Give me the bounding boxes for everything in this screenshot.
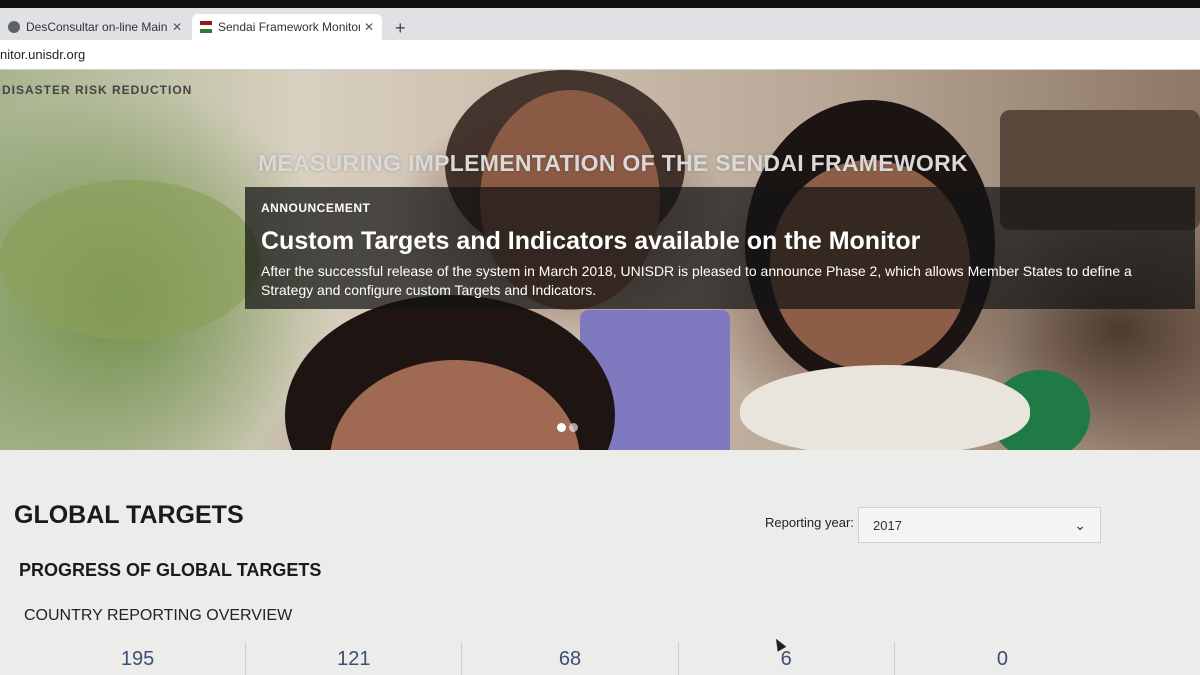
address-bar[interactable]: nitor.unisdr.org — [0, 40, 1200, 70]
close-icon[interactable]: ✕ — [172, 20, 182, 34]
stat-value: 6 — [679, 642, 895, 675]
reporting-year-value: 2017 — [873, 517, 902, 533]
overview-heading: COUNTRY REPORTING OVERVIEW — [24, 607, 293, 624]
hero-photo-bowl — [740, 365, 1030, 450]
stat-value: 121 — [246, 642, 463, 675]
hero-heading: MEASURING IMPLEMENTATION OF THE SENDAI F… — [258, 150, 968, 176]
new-tab-button[interactable]: + — [395, 18, 406, 39]
announcement-label: ANNOUNCEMENT — [261, 201, 371, 215]
site-brand[interactable]: DISASTER RISK REDUCTION — [2, 83, 192, 97]
announcement-panel[interactable]: ANNOUNCEMENT Custom Targets and Indicato… — [245, 187, 1195, 309]
url-text[interactable]: nitor.unisdr.org — [0, 47, 85, 62]
chevron-down-icon: ⌄ — [1074, 516, 1086, 533]
close-icon[interactable]: ✕ — [364, 20, 374, 34]
stat-value: 0 — [996, 648, 1008, 670]
reporting-stats: 195 121 68 6 0 — [30, 642, 1110, 675]
announcement-body: After the successful release of the syst… — [261, 263, 1132, 298]
main-content: GLOBAL TARGETS Reporting year: 2017 ⌄ PR… — [0, 450, 1200, 675]
stat-value: 195 — [30, 642, 247, 675]
tab-desconsultar[interactable]: DesConsultar on-line Main Menu ✕ — [0, 14, 190, 40]
flag-icon — [200, 21, 212, 33]
stat-value: 68 — [462, 642, 679, 675]
hero-photo-foliage — [0, 180, 260, 340]
reporting-year-select[interactable]: 2017 ⌄ — [858, 507, 1101, 543]
progress-heading: PROGRESS OF GLOBAL TARGETS — [19, 560, 322, 580]
reporting-year-label: Reporting year: — [765, 515, 854, 530]
screen-bezel — [0, 0, 1200, 8]
carousel-dots — [557, 423, 578, 432]
carousel-dot-2[interactable] — [569, 423, 578, 432]
announcement-title[interactable]: Custom Targets and Indicators available … — [261, 227, 1179, 256]
carousel-dot-1[interactable] — [557, 423, 566, 432]
tab-label: DesConsultar on-line Main Menu — [26, 20, 168, 34]
tab-label: Sendai Framework Monitor Hom — [218, 20, 360, 34]
page-title: GLOBAL TARGETS — [14, 501, 244, 529]
hero-banner: DISASTER RISK REDUCTION MEASURING IMPLEM… — [0, 70, 1200, 450]
globe-icon — [8, 21, 20, 33]
browser-tab-bar: DesConsultar on-line Main Menu ✕ Sendai … — [0, 8, 1200, 40]
tab-sendai-monitor[interactable]: Sendai Framework Monitor Hom ✕ — [192, 14, 382, 40]
